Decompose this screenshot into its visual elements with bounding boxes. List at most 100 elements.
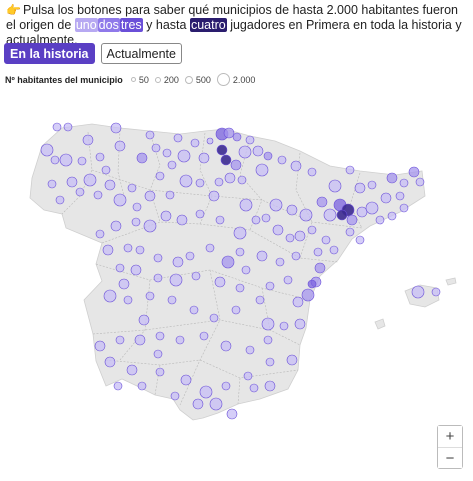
municipality-marker[interactable]: [313, 247, 323, 257]
municipality-marker[interactable]: [155, 367, 165, 377]
municipality-marker[interactable]: [155, 331, 165, 341]
municipality-marker[interactable]: [126, 364, 138, 376]
municipality-marker[interactable]: [113, 381, 123, 391]
municipality-marker[interactable]: [301, 288, 315, 302]
municipality-marker[interactable]: [131, 217, 141, 227]
municipality-marker[interactable]: [256, 250, 268, 262]
municipality-marker[interactable]: [294, 318, 306, 330]
municipality-marker[interactable]: [323, 208, 337, 222]
municipality-marker[interactable]: [206, 137, 214, 145]
municipality-marker[interactable]: [175, 335, 185, 345]
municipality-marker[interactable]: [104, 179, 116, 191]
municipality-marker[interactable]: [380, 192, 392, 204]
municipality-marker[interactable]: [291, 251, 301, 261]
municipality-marker[interactable]: [113, 193, 127, 207]
municipality-marker[interactable]: [93, 190, 103, 200]
municipality-marker[interactable]: [167, 295, 177, 305]
municipality-marker[interactable]: [137, 381, 147, 391]
municipality-marker[interactable]: [232, 132, 242, 142]
municipality-marker[interactable]: [235, 247, 245, 257]
actualmente-button[interactable]: Actualmente: [100, 43, 182, 64]
municipality-marker[interactable]: [239, 198, 253, 212]
municipality-marker[interactable]: [285, 233, 295, 243]
municipality-marker[interactable]: [261, 317, 275, 331]
municipality-marker[interactable]: [214, 276, 226, 288]
municipality-marker[interactable]: [172, 256, 184, 268]
municipality-marker[interactable]: [233, 226, 247, 240]
municipality-marker[interactable]: [316, 196, 328, 208]
municipality-marker[interactable]: [153, 253, 163, 263]
municipality-marker[interactable]: [40, 143, 54, 157]
municipality-marker[interactable]: [160, 210, 172, 222]
municipality-marker[interactable]: [314, 262, 326, 274]
municipality-marker[interactable]: [264, 380, 276, 392]
municipality-marker[interactable]: [321, 235, 331, 245]
municipality-marker[interactable]: [82, 134, 94, 146]
zoom-out-button[interactable]: −: [438, 447, 462, 468]
municipality-marker[interactable]: [103, 289, 117, 303]
municipality-marker[interactable]: [251, 215, 261, 225]
municipality-marker[interactable]: [179, 174, 193, 188]
municipality-marker[interactable]: [328, 179, 342, 193]
municipality-marker[interactable]: [265, 281, 275, 291]
municipality-marker[interactable]: [77, 156, 87, 166]
municipality-marker[interactable]: [307, 225, 317, 235]
municipality-marker[interactable]: [215, 215, 225, 225]
municipality-marker[interactable]: [162, 148, 172, 158]
municipality-marker[interactable]: [123, 243, 133, 253]
municipality-marker[interactable]: [205, 243, 215, 253]
municipality-marker[interactable]: [104, 356, 116, 368]
municipality-marker[interactable]: [345, 165, 355, 175]
municipality-marker[interactable]: [354, 182, 366, 194]
municipality-marker[interactable]: [265, 357, 275, 367]
municipality-marker[interactable]: [249, 383, 259, 393]
municipality-marker[interactable]: [387, 211, 397, 221]
municipality-marker[interactable]: [115, 335, 125, 345]
municipality-marker[interactable]: [220, 340, 232, 352]
municipality-marker[interactable]: [223, 127, 235, 139]
municipality-marker[interactable]: [145, 130, 155, 140]
municipality-marker[interactable]: [180, 374, 192, 386]
municipality-marker[interactable]: [136, 152, 148, 164]
municipality-marker[interactable]: [114, 140, 126, 152]
municipality-marker[interactable]: [346, 214, 358, 226]
municipality-marker[interactable]: [415, 177, 425, 187]
municipality-marker[interactable]: [208, 190, 220, 202]
municipality-marker[interactable]: [286, 204, 298, 216]
municipality-marker[interactable]: [167, 160, 177, 170]
municipality-marker[interactable]: [153, 273, 163, 283]
municipality-marker[interactable]: [307, 279, 317, 289]
municipality-marker[interactable]: [336, 209, 348, 221]
municipality-marker[interactable]: [279, 321, 289, 331]
municipality-marker[interactable]: [169, 273, 183, 287]
municipality-marker[interactable]: [345, 227, 355, 237]
municipality-marker[interactable]: [192, 398, 204, 410]
municipality-marker[interactable]: [286, 354, 298, 366]
spain-map[interactable]: [0, 100, 473, 481]
municipality-marker[interactable]: [199, 385, 213, 399]
municipality-marker[interactable]: [255, 163, 269, 177]
municipality-marker[interactable]: [95, 152, 105, 162]
municipality-marker[interactable]: [235, 283, 245, 293]
municipality-marker[interactable]: [127, 183, 137, 193]
municipality-marker[interactable]: [153, 349, 163, 359]
municipality-marker[interactable]: [75, 187, 85, 197]
municipality-marker[interactable]: [102, 244, 114, 256]
municipality-marker[interactable]: [110, 122, 122, 134]
municipality-marker[interactable]: [272, 224, 284, 236]
municipality-marker[interactable]: [367, 180, 377, 190]
municipality-marker[interactable]: [145, 291, 155, 301]
municipality-marker[interactable]: [198, 152, 210, 164]
municipality-marker[interactable]: [170, 391, 180, 401]
municipality-marker[interactable]: [255, 295, 265, 305]
municipality-marker[interactable]: [221, 381, 231, 391]
municipality-marker[interactable]: [66, 176, 78, 188]
municipality-marker[interactable]: [237, 175, 247, 185]
municipality-marker[interactable]: [110, 220, 122, 232]
municipality-marker[interactable]: [144, 190, 156, 202]
municipality-marker[interactable]: [190, 138, 200, 148]
municipality-marker[interactable]: [189, 305, 199, 315]
municipality-marker[interactable]: [431, 287, 441, 297]
municipality-marker[interactable]: [283, 275, 293, 285]
municipality-marker[interactable]: [399, 178, 409, 188]
